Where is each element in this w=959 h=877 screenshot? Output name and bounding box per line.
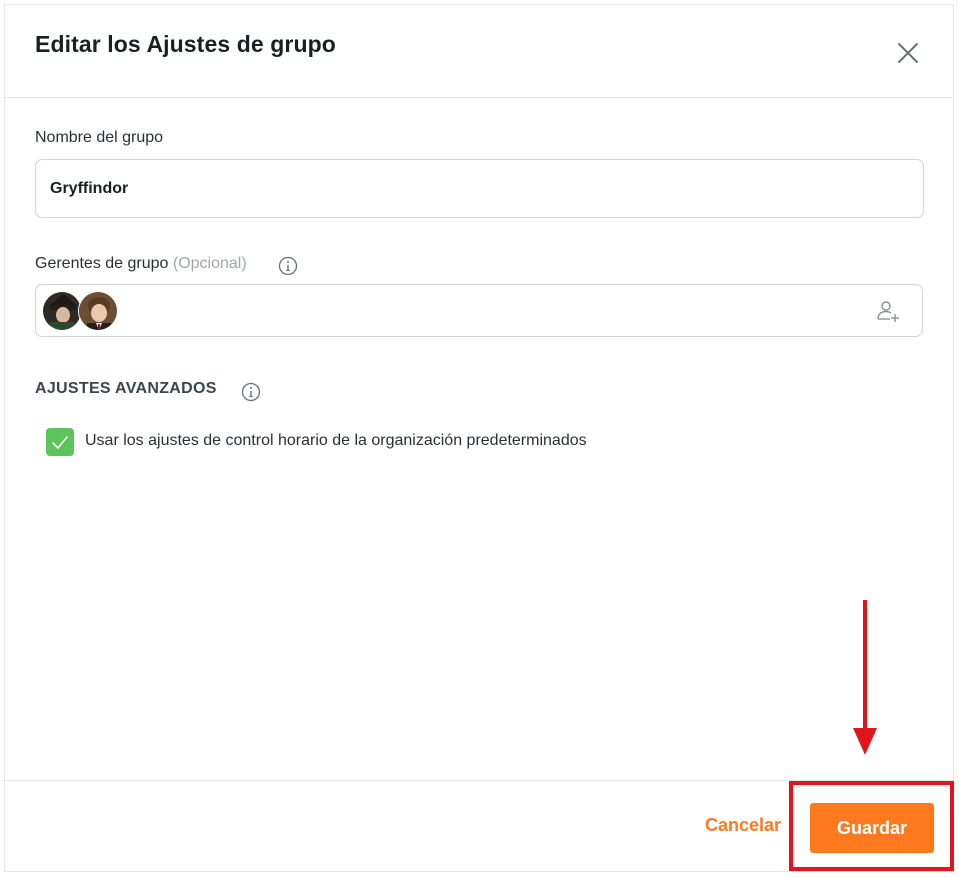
dialog-footer: Cancelar Guardar [5, 780, 953, 873]
optional-label: (Opcional) [172, 255, 247, 272]
edit-group-dialog: Editar los Ajustes de grupo Nombre del g… [4, 4, 954, 872]
group-name-label: Nombre del grupo [35, 129, 164, 146]
group-managers-label: Gerentes de grupo (Opcional) [35, 255, 247, 273]
close-button[interactable] [894, 39, 922, 67]
advanced-settings-title: AJUSTES AVANZADOS [35, 380, 217, 397]
default-time-tracking-checkbox[interactable] [46, 428, 74, 456]
default-time-tracking-label[interactable]: Usar los ajustes de control horario de l… [85, 432, 587, 450]
add-user-icon [877, 301, 899, 322]
add-manager-button[interactable] [874, 297, 902, 325]
group-managers-field[interactable] [35, 284, 923, 337]
group-name-input[interactable] [35, 159, 924, 218]
avatar[interactable] [42, 291, 82, 331]
check-icon [52, 436, 68, 449]
avatar[interactable] [78, 291, 118, 331]
cancel-button[interactable]: Cancelar [705, 815, 781, 836]
advanced-info-icon[interactable] [241, 382, 261, 402]
close-icon [898, 43, 918, 63]
dialog-title: Editar los Ajustes de grupo [35, 31, 336, 57]
save-button[interactable]: Guardar [810, 803, 934, 853]
managers-info-icon[interactable] [278, 256, 298, 276]
dialog-header: Editar los Ajustes de grupo [5, 5, 953, 98]
group-managers-label-text: Gerentes de grupo [35, 255, 169, 272]
